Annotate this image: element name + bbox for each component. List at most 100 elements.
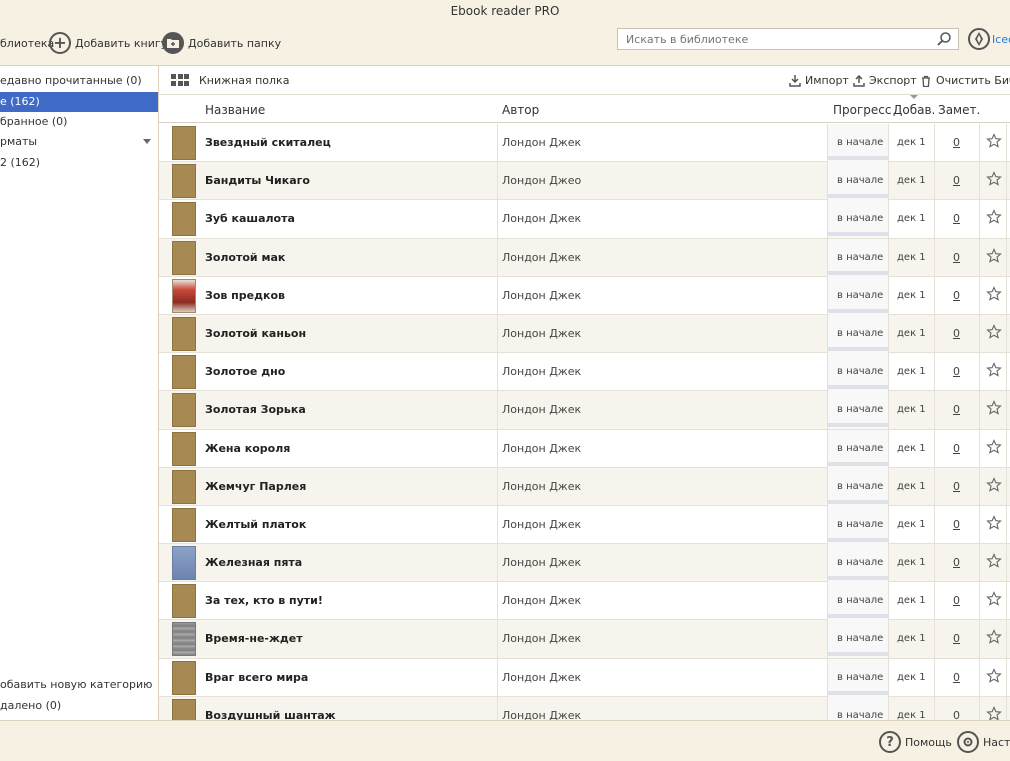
book-notes-link[interactable]: 0	[953, 632, 960, 645]
search-icon[interactable]	[936, 31, 952, 47]
user-account-link[interactable]: Icec	[992, 33, 1010, 46]
book-notes-link[interactable]: 0	[953, 136, 960, 149]
book-cover[interactable]	[172, 584, 196, 619]
table-row[interactable]: За тех, кто в пути! Лондон Джек в начале де…	[159, 582, 1010, 621]
star-icon[interactable]	[986, 362, 1002, 378]
table-row[interactable]: Воздушный шантаж Лондон Джек в начале дек 1…	[159, 696, 1010, 720]
star-icon[interactable]	[986, 133, 1002, 149]
book-notes-link[interactable]: 0	[953, 327, 960, 340]
book-notes-link[interactable]: 0	[953, 480, 960, 493]
book-cover[interactable]	[172, 393, 196, 428]
star-icon[interactable]	[986, 515, 1002, 531]
star-icon[interactable]	[986, 591, 1002, 607]
help-button[interactable]: ? Помощь	[879, 731, 952, 753]
star-icon[interactable]	[986, 553, 1002, 569]
column-header-added[interactable]: Добав.	[893, 103, 935, 117]
import-button[interactable]: Импорт	[789, 74, 849, 87]
book-progress-label: в начале	[837, 137, 884, 148]
column-divider	[1006, 467, 1007, 506]
sidebar-item-all[interactable]: е (162)	[0, 92, 158, 112]
table-row[interactable]: Зуб кашалота Лондон Джек в начале дек 1 0	[159, 200, 1010, 239]
column-divider	[979, 429, 980, 468]
book-notes-link[interactable]: 0	[953, 365, 960, 378]
column-divider	[1006, 429, 1007, 468]
book-notes-link[interactable]: 0	[953, 594, 960, 607]
book-notes-link[interactable]: 0	[953, 251, 960, 264]
book-cover[interactable]	[172, 507, 196, 542]
book-cover[interactable]	[172, 126, 196, 160]
star-icon[interactable]	[986, 438, 1002, 455]
star-icon[interactable]	[986, 247, 1002, 264]
user-avatar-icon[interactable]	[968, 28, 990, 50]
book-notes-link[interactable]: 0	[953, 403, 960, 416]
book-cover[interactable]	[172, 698, 196, 720]
add-book-button[interactable]: + Добавить книгу	[49, 29, 167, 57]
book-notes-link[interactable]: 0	[953, 671, 960, 684]
book-cover[interactable]	[172, 278, 196, 313]
sidebar-item-format-fb2[interactable]: 2 (162)	[0, 153, 158, 173]
star-icon[interactable]	[986, 667, 1002, 684]
book-notes-link[interactable]: 0	[953, 174, 960, 187]
progress-bar	[828, 270, 888, 275]
star-icon[interactable]	[986, 476, 1002, 493]
bookshelf-view-button[interactable]: Книжная полка	[171, 74, 289, 87]
book-cover[interactable]	[172, 240, 196, 275]
star-icon[interactable]	[986, 629, 1002, 645]
search-input[interactable]	[618, 29, 928, 49]
book-title: Воздушный шантаж	[205, 708, 336, 720]
book-cover[interactable]	[172, 622, 196, 657]
sidebar-item-formats[interactable]: рматы	[0, 132, 158, 152]
star-icon[interactable]	[986, 209, 1002, 225]
table-row[interactable]: Бандиты Чикаго Лондон Джео в начале дек 1 0	[159, 162, 1010, 201]
column-header-notes[interactable]: Замет.	[938, 103, 980, 117]
book-cover[interactable]	[172, 316, 196, 351]
column-header-author[interactable]: Автор	[502, 103, 539, 117]
chevron-down-icon[interactable]	[143, 139, 151, 144]
book-author: Лондон Джек	[502, 594, 582, 608]
sidebar-item-recent[interactable]: едавно прочитанные (0)	[0, 71, 158, 91]
table-row[interactable]: Железная пята Лондон Джек в начале дек 1 0	[159, 544, 1010, 583]
table-row[interactable]: Время-не-ждет Лондон Джек в начале дек 1 0	[159, 620, 1010, 659]
export-button[interactable]: Экспорт	[853, 74, 917, 87]
column-header-progress[interactable]: Прогресс	[833, 103, 891, 117]
sidebar-item-favorites[interactable]: бранное (0)	[0, 112, 158, 132]
book-progress: в начале	[828, 467, 888, 506]
table-row[interactable]: Жена короля Лондон Джек в начале дек 1 0	[159, 429, 1010, 468]
table-row[interactable]: Зов предков Лондон Джек в начале дек 1 0	[159, 276, 1010, 315]
star-icon[interactable]	[986, 400, 1002, 416]
book-notes-link[interactable]: 0	[953, 212, 960, 225]
sidebar-item-deleted[interactable]: далено (0)	[0, 696, 158, 716]
column-header-title[interactable]: Название	[205, 103, 265, 117]
book-notes-link[interactable]: 0	[953, 442, 960, 455]
library-button[interactable]: блиотека	[0, 29, 54, 57]
book-cover[interactable]	[172, 431, 196, 466]
table-row[interactable]: Желтый платок Лондон Джек в начале дек 1 0	[159, 505, 1010, 545]
book-cover[interactable]	[172, 202, 196, 237]
book-cover[interactable]	[172, 546, 196, 581]
column-divider	[934, 544, 935, 583]
star-icon[interactable]	[986, 285, 1002, 302]
book-notes-link[interactable]: 0	[953, 556, 960, 569]
table-row[interactable]: Золотая Зорька Лондон Джек в начале дек 1 0	[159, 391, 1010, 430]
book-notes-link[interactable]: 0	[953, 289, 960, 302]
clear-library-button[interactable]: Очистить Библ	[920, 74, 1010, 87]
book-cover[interactable]	[172, 469, 196, 504]
book-cover[interactable]	[172, 355, 196, 390]
book-cover[interactable]	[172, 660, 196, 695]
book-notes-link[interactable]: 0	[953, 518, 960, 531]
star-icon[interactable]	[986, 705, 1002, 720]
star-icon[interactable]	[986, 324, 1002, 340]
table-row[interactable]: Золотое дно Лондон Джек в начале дек 1 0	[159, 353, 1010, 392]
table-row[interactable]: Золотой мак Лондон Джек в начале дек 1 0	[159, 238, 1010, 277]
star-icon[interactable]	[986, 171, 1002, 187]
table-row[interactable]: Враг всего мира Лондон Джек в начале дек 1 0	[159, 658, 1010, 697]
book-cover[interactable]	[172, 164, 196, 199]
table-row[interactable]: Звездный скиталец Лондон Джек в начале дек …	[159, 124, 1010, 163]
column-divider	[934, 353, 935, 392]
settings-button[interactable]: Настр	[957, 731, 1010, 753]
add-category-button[interactable]: обавить новую категорию	[0, 675, 158, 695]
table-row[interactable]: Золотой каньон Лондон Джек в начале дек 1 0	[159, 314, 1010, 354]
add-folder-button[interactable]: Добавить папку	[162, 29, 281, 57]
book-notes-link[interactable]: 0	[953, 709, 960, 720]
table-row[interactable]: Жемчуг Парлея Лондон Джек в начале дек 1 0	[159, 467, 1010, 506]
